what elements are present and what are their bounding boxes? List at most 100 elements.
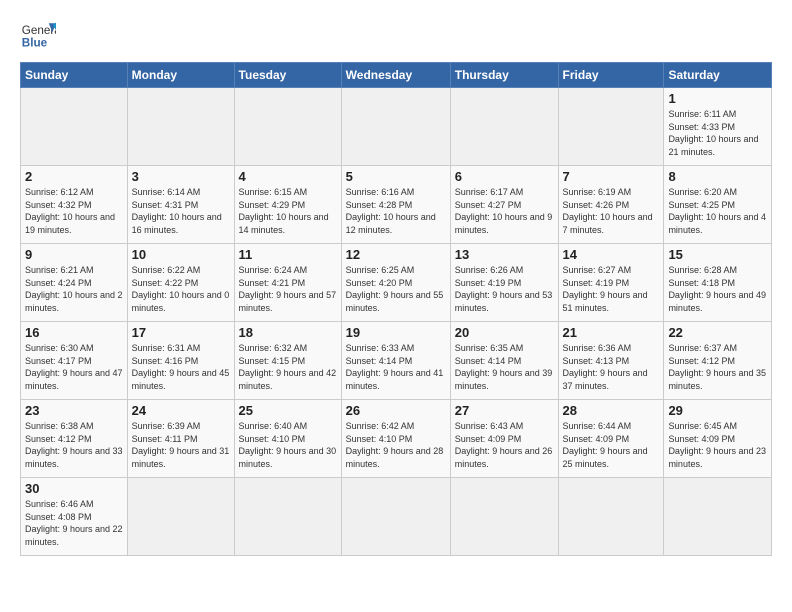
calendar-day-cell bbox=[127, 478, 234, 556]
day-number: 23 bbox=[25, 403, 123, 418]
calendar-day-cell: 18 Sunrise: 6:32 AM Sunset: 4:15 PM Dayli… bbox=[234, 322, 341, 400]
calendar-header-saturday: Saturday bbox=[664, 63, 772, 88]
day-info: Sunrise: 6:28 AM Sunset: 4:18 PM Dayligh… bbox=[668, 264, 767, 314]
calendar-day-cell: 29 Sunrise: 6:45 AM Sunset: 4:09 PM Dayli… bbox=[664, 400, 772, 478]
day-info: Sunrise: 6:40 AM Sunset: 4:10 PM Dayligh… bbox=[239, 420, 337, 470]
calendar-header-wednesday: Wednesday bbox=[341, 63, 450, 88]
day-info: Sunrise: 6:30 AM Sunset: 4:17 PM Dayligh… bbox=[25, 342, 123, 392]
general-blue-logo-icon: General Blue bbox=[20, 16, 56, 52]
day-info: Sunrise: 6:26 AM Sunset: 4:19 PM Dayligh… bbox=[455, 264, 554, 314]
calendar-week-row: 9 Sunrise: 6:21 AM Sunset: 4:24 PM Daylig… bbox=[21, 244, 772, 322]
calendar-header-thursday: Thursday bbox=[450, 63, 558, 88]
calendar-day-cell: 19Sunrise: 6:33 AM Sunset: 4:14 PM Dayli… bbox=[341, 322, 450, 400]
day-number: 13 bbox=[455, 247, 554, 262]
day-info: Sunrise: 6:32 AM Sunset: 4:15 PM Dayligh… bbox=[239, 342, 337, 392]
calendar-day-cell: 9 Sunrise: 6:21 AM Sunset: 4:24 PM Daylig… bbox=[21, 244, 128, 322]
calendar-day-cell: 16 Sunrise: 6:30 AM Sunset: 4:17 PM Dayli… bbox=[21, 322, 128, 400]
day-number: 26 bbox=[346, 403, 446, 418]
day-info: Sunrise: 6:39 AM Sunset: 4:11 PM Dayligh… bbox=[132, 420, 230, 470]
calendar-day-cell: 8Sunrise: 6:20 AM Sunset: 4:25 PM Daylig… bbox=[664, 166, 772, 244]
calendar-day-cell: 11 Sunrise: 6:24 AM Sunset: 4:21 PM Dayli… bbox=[234, 244, 341, 322]
calendar-day-cell: 12 Sunrise: 6:25 AM Sunset: 4:20 PM Dayli… bbox=[341, 244, 450, 322]
day-number: 10 bbox=[132, 247, 230, 262]
calendar-day-cell: 2Sunrise: 6:12 AM Sunset: 4:32 PM Daylig… bbox=[21, 166, 128, 244]
day-number: 20 bbox=[455, 325, 554, 340]
day-number: 25 bbox=[239, 403, 337, 418]
calendar-day-cell: 10 Sunrise: 6:22 AM Sunset: 4:22 PM Dayli… bbox=[127, 244, 234, 322]
day-info: Sunrise: 6:42 AM Sunset: 4:10 PM Dayligh… bbox=[346, 420, 446, 470]
day-number: 21 bbox=[563, 325, 660, 340]
day-info: Sunrise: 6:37 AM Sunset: 4:12 PM Dayligh… bbox=[668, 342, 767, 392]
calendar-day-cell: 23 Sunrise: 6:38 AM Sunset: 4:12 PM Dayli… bbox=[21, 400, 128, 478]
day-info: Sunrise: 6:27 AM Sunset: 4:19 PM Dayligh… bbox=[563, 264, 660, 314]
day-number: 14 bbox=[563, 247, 660, 262]
calendar-table: SundayMondayTuesdayWednesdayThursdayFrid… bbox=[20, 62, 772, 556]
calendar-day-cell: 30 Sunrise: 6:46 AM Sunset: 4:08 PM Dayli… bbox=[21, 478, 128, 556]
day-info: Sunrise: 6:24 AM Sunset: 4:21 PM Dayligh… bbox=[239, 264, 337, 314]
day-info: Sunrise: 6:19 AM Sunset: 4:26 PM Dayligh… bbox=[563, 186, 660, 236]
calendar-header-row: SundayMondayTuesdayWednesdayThursdayFrid… bbox=[21, 63, 772, 88]
day-info: Sunrise: 6:43 AM Sunset: 4:09 PM Dayligh… bbox=[455, 420, 554, 470]
calendar-day-cell bbox=[341, 88, 450, 166]
day-number: 9 bbox=[25, 247, 123, 262]
day-info: Sunrise: 6:35 AM Sunset: 4:14 PM Dayligh… bbox=[455, 342, 554, 392]
calendar-day-cell bbox=[234, 88, 341, 166]
logo: General Blue bbox=[20, 16, 56, 52]
calendar-day-cell: 28Sunrise: 6:44 AM Sunset: 4:09 PM Dayli… bbox=[558, 400, 664, 478]
calendar-header-monday: Monday bbox=[127, 63, 234, 88]
day-number: 12 bbox=[346, 247, 446, 262]
day-number: 27 bbox=[455, 403, 554, 418]
day-number: 16 bbox=[25, 325, 123, 340]
calendar-day-cell bbox=[558, 478, 664, 556]
calendar-day-cell bbox=[558, 88, 664, 166]
calendar-day-cell: 26 Sunrise: 6:42 AM Sunset: 4:10 PM Dayli… bbox=[341, 400, 450, 478]
calendar-day-cell: 3 Sunrise: 6:14 AM Sunset: 4:31 PM Daylig… bbox=[127, 166, 234, 244]
calendar-day-cell: 22Sunrise: 6:37 AM Sunset: 4:12 PM Dayli… bbox=[664, 322, 772, 400]
calendar-week-row: 30 Sunrise: 6:46 AM Sunset: 4:08 PM Dayli… bbox=[21, 478, 772, 556]
day-info: Sunrise: 6:31 AM Sunset: 4:16 PM Dayligh… bbox=[132, 342, 230, 392]
day-info: Sunrise: 6:38 AM Sunset: 4:12 PM Dayligh… bbox=[25, 420, 123, 470]
calendar-week-row: 2Sunrise: 6:12 AM Sunset: 4:32 PM Daylig… bbox=[21, 166, 772, 244]
calendar-day-cell: 1Sunrise: 6:11 AM Sunset: 4:33 PM Daylig… bbox=[664, 88, 772, 166]
calendar-day-cell bbox=[664, 478, 772, 556]
calendar-day-cell bbox=[450, 478, 558, 556]
calendar-day-cell: 25 Sunrise: 6:40 AM Sunset: 4:10 PM Dayli… bbox=[234, 400, 341, 478]
day-info: Sunrise: 6:12 AM Sunset: 4:32 PM Dayligh… bbox=[25, 186, 123, 236]
day-number: 18 bbox=[239, 325, 337, 340]
day-number: 15 bbox=[668, 247, 767, 262]
day-info: Sunrise: 6:46 AM Sunset: 4:08 PM Dayligh… bbox=[25, 498, 123, 548]
day-info: Sunrise: 6:15 AM Sunset: 4:29 PM Dayligh… bbox=[239, 186, 337, 236]
calendar-day-cell bbox=[127, 88, 234, 166]
day-number: 30 bbox=[25, 481, 123, 496]
day-info: Sunrise: 6:16 AM Sunset: 4:28 PM Dayligh… bbox=[346, 186, 446, 236]
day-number: 29 bbox=[668, 403, 767, 418]
day-info: Sunrise: 6:20 AM Sunset: 4:25 PM Dayligh… bbox=[668, 186, 767, 236]
day-info: Sunrise: 6:22 AM Sunset: 4:22 PM Dayligh… bbox=[132, 264, 230, 314]
calendar-header-tuesday: Tuesday bbox=[234, 63, 341, 88]
day-info: Sunrise: 6:17 AM Sunset: 4:27 PM Dayligh… bbox=[455, 186, 554, 236]
day-number: 17 bbox=[132, 325, 230, 340]
day-info: Sunrise: 6:14 AM Sunset: 4:31 PM Dayligh… bbox=[132, 186, 230, 236]
day-info: Sunrise: 6:11 AM Sunset: 4:33 PM Dayligh… bbox=[668, 108, 767, 158]
day-number: 6 bbox=[455, 169, 554, 184]
day-info: Sunrise: 6:25 AM Sunset: 4:20 PM Dayligh… bbox=[346, 264, 446, 314]
calendar-day-cell bbox=[234, 478, 341, 556]
day-number: 7 bbox=[563, 169, 660, 184]
day-number: 3 bbox=[132, 169, 230, 184]
calendar-header-friday: Friday bbox=[558, 63, 664, 88]
calendar-day-cell: 6 Sunrise: 6:17 AM Sunset: 4:27 PM Daylig… bbox=[450, 166, 558, 244]
calendar-day-cell bbox=[341, 478, 450, 556]
calendar-day-cell: 27 Sunrise: 6:43 AM Sunset: 4:09 PM Dayli… bbox=[450, 400, 558, 478]
day-info: Sunrise: 6:45 AM Sunset: 4:09 PM Dayligh… bbox=[668, 420, 767, 470]
day-info: Sunrise: 6:21 AM Sunset: 4:24 PM Dayligh… bbox=[25, 264, 123, 314]
day-number: 5 bbox=[346, 169, 446, 184]
svg-text:Blue: Blue bbox=[22, 37, 48, 50]
day-number: 24 bbox=[132, 403, 230, 418]
calendar-week-row: 1Sunrise: 6:11 AM Sunset: 4:33 PM Daylig… bbox=[21, 88, 772, 166]
calendar-day-cell: 20 Sunrise: 6:35 AM Sunset: 4:14 PM Dayli… bbox=[450, 322, 558, 400]
calendar-day-cell: 17 Sunrise: 6:31 AM Sunset: 4:16 PM Dayli… bbox=[127, 322, 234, 400]
calendar-day-cell: 4Sunrise: 6:15 AM Sunset: 4:29 PM Daylig… bbox=[234, 166, 341, 244]
day-info: Sunrise: 6:44 AM Sunset: 4:09 PM Dayligh… bbox=[563, 420, 660, 470]
day-number: 11 bbox=[239, 247, 337, 262]
calendar-day-cell: 13 Sunrise: 6:26 AM Sunset: 4:19 PM Dayli… bbox=[450, 244, 558, 322]
